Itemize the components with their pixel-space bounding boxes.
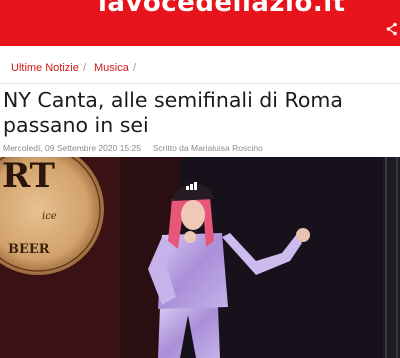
site-header: lavocedellazio.it [0,0,400,46]
article-date: Mercoledì, 09 Settembre 2020 15:25 [3,143,141,153]
article-photo: RT ice BEER [0,157,400,358]
article-title-line-2: passano in sei [3,113,149,137]
article-meta: Mercoledì, 09 Settembre 2020 15:25 Scrit… [3,143,399,153]
breadcrumb-separator: / [133,62,137,74]
article-title: NY Canta, alle semifinali di Roma passan… [3,88,399,138]
site-logo[interactable]: lavocedellazio.it [98,0,346,18]
sign-text-rt: RT [2,157,55,196]
breadcrumb: Ultime Notizie / Musica / [0,53,400,84]
article-author[interactable]: Scritto da Marialuisa Roscino [153,143,263,153]
sign-text-ice: ice [42,211,57,222]
article-photo-image: RT ice BEER [0,157,400,358]
share-icon[interactable] [386,22,398,36]
breadcrumb-item-musica[interactable]: Musica [94,53,129,83]
sign-text-beer: BEER [8,242,50,257]
article-title-line-1: NY Canta, alle semifinali di Roma [3,88,343,112]
breadcrumb-item-ultime-notizie[interactable]: Ultime Notizie [11,53,79,83]
breadcrumb-separator: / [83,62,87,74]
